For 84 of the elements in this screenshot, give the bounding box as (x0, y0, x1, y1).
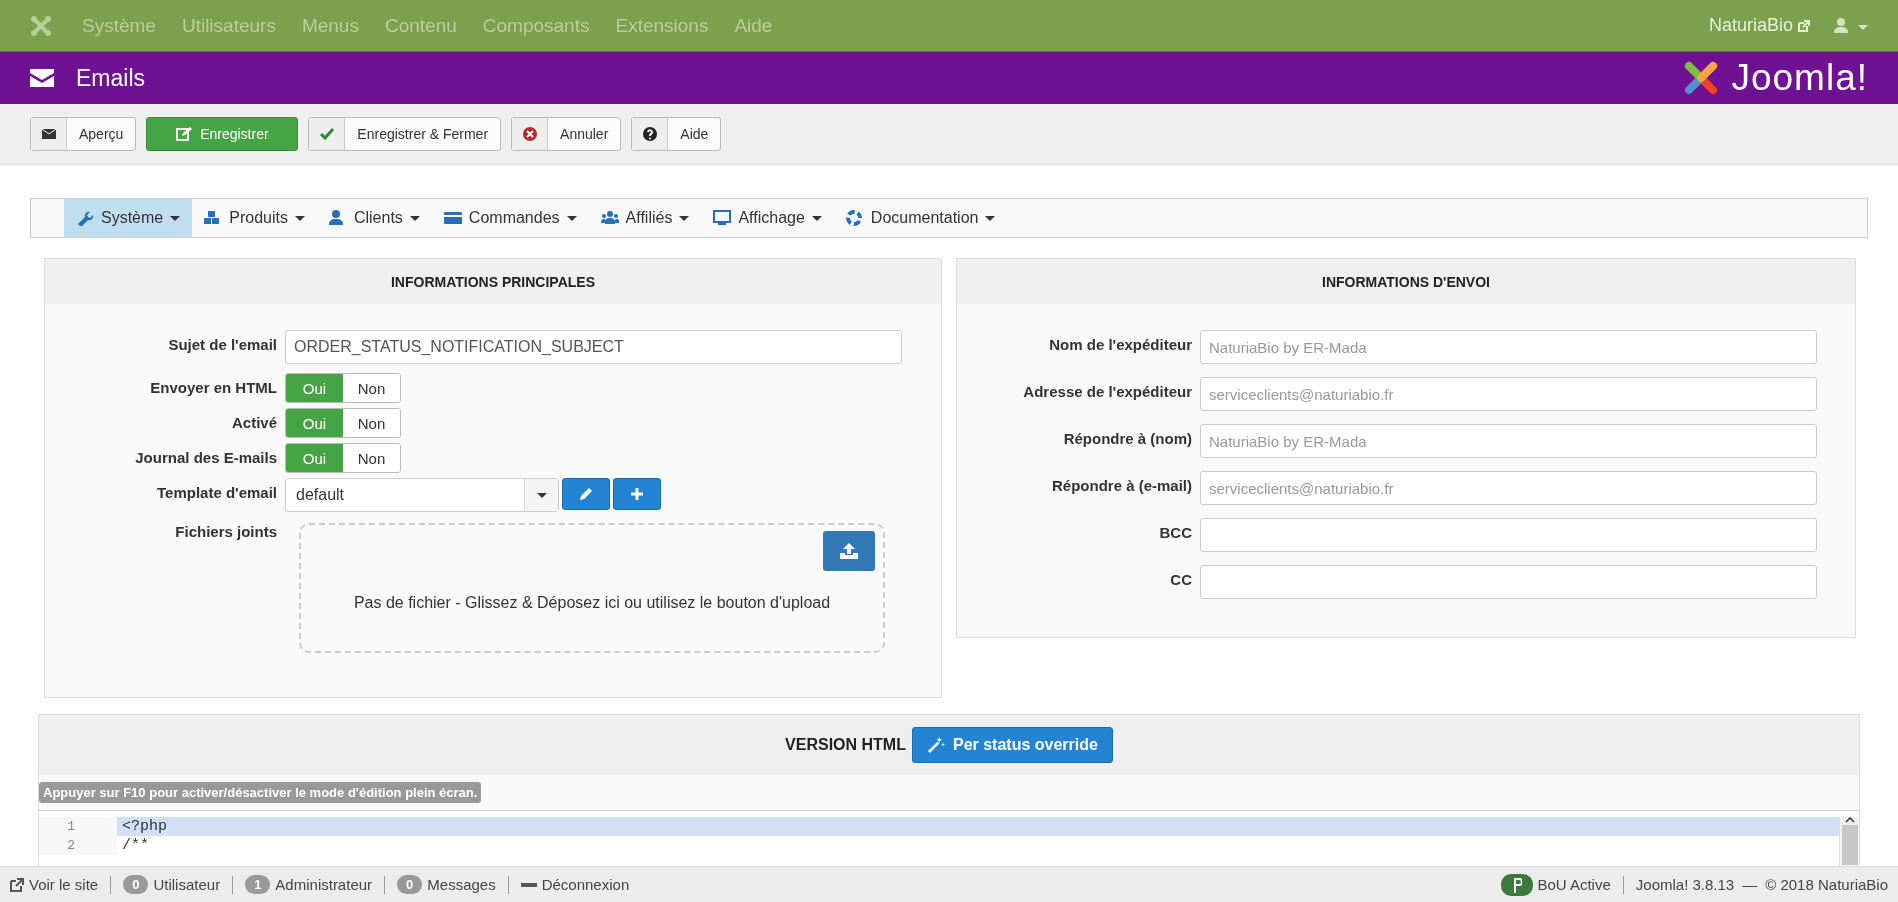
copyright-text: © 2018 NaturiaBio (1765, 876, 1888, 893)
line-number: 2 (39, 836, 117, 855)
lifebuoy-icon (845, 210, 864, 226)
caret-icon (536, 492, 547, 498)
field-label: Répondre à (nom) (1062, 429, 1193, 447)
toolbar-button[interactable]: Aide (631, 117, 722, 151)
edit-button[interactable] (562, 478, 610, 510)
override-button[interactable]: Per status override (911, 727, 1113, 763)
version-text: Joomla! 3.8.13 (1635, 876, 1735, 893)
envelope-icon (30, 69, 54, 87)
joomla-icon (30, 14, 52, 37)
field-label: Template d'email (156, 483, 278, 501)
bou-icon (1512, 876, 1523, 893)
plus-icon (630, 487, 644, 501)
field-label: Adresse de l'expéditeur (1022, 382, 1193, 400)
upload-icon (840, 543, 858, 559)
input-field[interactable] (1200, 518, 1817, 552)
field-label: Sujet de l'email (167, 335, 278, 353)
magic-wand-icon (926, 737, 945, 753)
toggle-option[interactable]: Non (343, 374, 400, 402)
count-badge: 0 (397, 875, 423, 894)
section-title: VERSION HTML (785, 736, 906, 754)
separator-dash: — (1742, 876, 1758, 893)
users-icon (600, 210, 619, 226)
status-link[interactable]: Déconnexion (520, 876, 630, 893)
toolbar-button[interactable]: Aperçu (30, 117, 137, 151)
field-label: CC (1169, 570, 1193, 588)
toggle-option[interactable]: Non (343, 444, 400, 472)
status-text: BoU Active (1537, 876, 1611, 893)
input-field[interactable]: NaturiaBio by ER-Mada (1200, 330, 1817, 364)
monitor-icon (713, 210, 732, 226)
add-button[interactable] (613, 478, 661, 510)
status-link[interactable]: Voir le site (10, 876, 99, 893)
menu-tab[interactable]: Commandes (431, 199, 589, 237)
input-field[interactable] (1200, 565, 1817, 599)
envelope-icon (40, 126, 57, 142)
template-select[interactable]: default (285, 478, 559, 512)
menu-tab[interactable]: Clients (316, 199, 432, 237)
input-field[interactable]: serviceclients@naturiabio.fr (1200, 377, 1817, 411)
code-line: /** (121, 836, 150, 855)
menu-tab[interactable]: Documentation (833, 199, 1008, 237)
cancel-icon (521, 126, 538, 142)
field-label: Fichiers joints (174, 522, 278, 540)
menu-tab[interactable]: Affiliés (588, 199, 702, 237)
card-icon (443, 210, 462, 226)
field-label: Nom de l'expéditeur (1048, 335, 1193, 353)
input-field[interactable]: NaturiaBio by ER-Mada (1200, 424, 1817, 458)
line-number: 1 (39, 817, 117, 836)
status-link[interactable]: 0 Utilisateur (123, 875, 221, 894)
upload-button[interactable] (823, 531, 875, 571)
count-badge: 0 (123, 875, 149, 894)
wrench-icon (76, 210, 94, 226)
external-link-icon (1798, 19, 1810, 32)
menu-tab[interactable]: Produits (192, 199, 317, 237)
user-menu-icon (1834, 17, 1868, 34)
panel-title: INFORMATIONS D'ENVOI (957, 259, 1855, 304)
logo-wordmark: Joomla! (1731, 57, 1868, 99)
field-label: Répondre à (e-mail) (1050, 476, 1193, 494)
field-label: Journal des E-mails (134, 448, 278, 466)
edit-icon (176, 126, 193, 142)
field-label: BCC (1158, 523, 1193, 541)
status-link[interactable]: 1 Administrateur (245, 875, 373, 894)
toggle-option[interactable]: Non (343, 409, 400, 437)
panel-title: INFORMATIONS PRINCIPALES (45, 259, 941, 304)
page-title: Emails (76, 64, 145, 92)
input-field[interactable]: ORDER_STATUS_NOTIFICATION_SUBJECT (285, 330, 902, 364)
check-icon (318, 126, 335, 142)
toolbar-button[interactable]: Annuler (511, 117, 622, 151)
help-icon (641, 126, 658, 142)
status-link[interactable]: 0 Messages (397, 875, 496, 894)
field-label: Activé (230, 413, 278, 431)
external-link-icon (10, 877, 24, 892)
drop-hint: Pas de fichier - Glissez & Déposez ici ou utilisez le bouton d'upload (353, 594, 831, 612)
pencil-icon (578, 486, 594, 502)
count-badge: 1 (245, 875, 271, 894)
input-field[interactable]: serviceclients@naturiabio.fr (1200, 471, 1817, 505)
minus-icon (520, 882, 537, 887)
field-label: Envoyer en HTML (149, 378, 278, 396)
menu-tab[interactable]: Affichage (701, 199, 834, 237)
drop-zone[interactable]: Pas de fichier - Glissez & Déposez ici ou utilisez le bouton d'upload (299, 523, 885, 653)
editor-hint: Appuyer sur F10 pour activer/désactiver le mode d'édition plein écran. (39, 782, 482, 803)
scroll-up-icon (1844, 817, 1855, 823)
menu-tab[interactable]: Système (64, 199, 193, 237)
toolbar-button[interactable]: Enregistrer & Fermer (308, 117, 502, 151)
